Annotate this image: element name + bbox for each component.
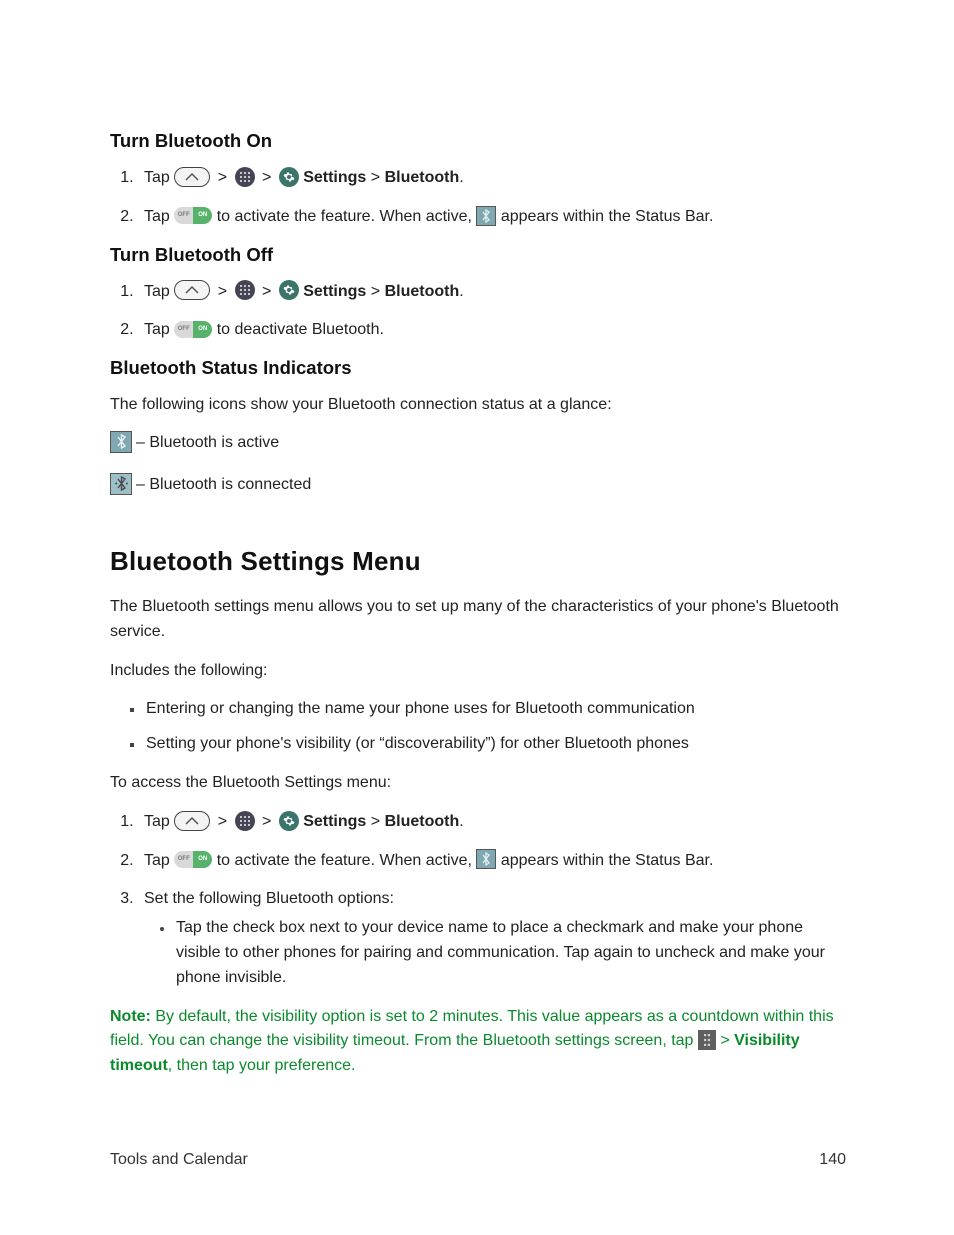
separator: > [371, 813, 380, 830]
steps-access-menu: Tap > > Settings > Bluetooth. Tap OFFON … [110, 810, 846, 991]
text: Tap [144, 208, 174, 225]
separator: > [215, 810, 230, 835]
bluetooth-label: Bluetooth [385, 169, 460, 186]
heading-turn-bluetooth-on: Turn Bluetooth On [110, 130, 846, 152]
text: > [716, 1032, 734, 1049]
gear-icon [279, 280, 299, 300]
gear-icon [279, 811, 299, 831]
heading-turn-bluetooth-off: Turn Bluetooth Off [110, 244, 846, 266]
footer-section-title: Tools and Calendar [110, 1151, 248, 1169]
heading-status-indicators: Bluetooth Status Indicators [110, 357, 846, 379]
footer-page-number: 140 [819, 1151, 846, 1169]
separator: > [215, 166, 230, 191]
home-button-icon [174, 811, 210, 831]
steps-turn-off: Tap > > Settings > Bluetooth. Tap OFFON … [110, 280, 846, 344]
bluetooth-label: Bluetooth [385, 283, 460, 300]
toggle-off-on-icon: OFFON [174, 851, 212, 868]
text: Set the following Bluetooth options: [144, 890, 394, 907]
settings-label: Settings [303, 283, 371, 300]
text: . [459, 283, 463, 300]
note-block: Note: By default, the visibility option … [110, 1005, 846, 1079]
separator: > [371, 169, 380, 186]
separator: > [259, 280, 274, 305]
separator: > [215, 280, 230, 305]
list-item: Tap the check box next to your device na… [174, 916, 846, 990]
settings-label: Settings [303, 813, 371, 830]
menu-intro-text: The Bluetooth settings menu allows you t… [110, 595, 846, 645]
heading-bluetooth-settings-menu: Bluetooth Settings Menu [110, 546, 846, 577]
text: , then tap your preference. [168, 1057, 356, 1074]
step-off-1: Tap > > Settings > Bluetooth. [138, 280, 846, 305]
includes-list: Entering or changing the name your phone… [110, 697, 846, 757]
text: to activate the feature. When active, [217, 208, 477, 225]
status-intro-text: The following icons show your Bluetooth … [110, 393, 846, 418]
separator: > [371, 283, 380, 300]
toggle-off-on-icon: OFFON [174, 207, 212, 224]
text: Tap [144, 321, 174, 338]
apps-grid-icon [235, 811, 255, 831]
text: Tap [144, 169, 174, 186]
bluetooth-label: Bluetooth [385, 813, 460, 830]
text: appears within the Status Bar. [501, 852, 714, 869]
bluetooth-active-icon [110, 431, 132, 453]
bluetooth-connected-icon [110, 473, 132, 495]
list-item: Setting your phone's visibility (or “dis… [144, 732, 846, 757]
status-active-line: – Bluetooth is active [110, 432, 846, 454]
settings-label: Settings [303, 169, 371, 186]
bluetooth-statusbar-icon [476, 206, 496, 226]
step-off-2: Tap OFFON to deactivate Bluetooth. [138, 318, 846, 343]
bluetooth-statusbar-icon [476, 849, 496, 869]
apps-grid-icon [235, 167, 255, 187]
status-connected-line: – Bluetooth is connected [110, 474, 846, 496]
list-item: Entering or changing the name your phone… [144, 697, 846, 722]
text: Tap [144, 283, 174, 300]
text: appears within the Status Bar. [501, 208, 714, 225]
text: . [459, 169, 463, 186]
separator: > [259, 166, 274, 191]
separator: > [259, 810, 274, 835]
step-access-2: Tap OFFON to activate the feature. When … [138, 849, 846, 874]
apps-grid-icon [235, 280, 255, 300]
text: – Bluetooth is connected [136, 476, 311, 494]
step-on-2: Tap OFFON to activate the feature. When … [138, 205, 846, 230]
home-button-icon [174, 280, 210, 300]
text: . [459, 813, 463, 830]
toggle-off-on-icon: OFFON [174, 321, 212, 338]
step-access-3: Set the following Bluetooth options: Tap… [138, 887, 846, 990]
text: Tap [144, 852, 174, 869]
step-access-1: Tap > > Settings > Bluetooth. [138, 810, 846, 835]
steps-turn-on: Tap > > Settings > Bluetooth. Tap OFFON … [110, 166, 846, 230]
access-label: To access the Bluetooth Settings menu: [110, 771, 846, 796]
home-button-icon [174, 167, 210, 187]
overflow-menu-icon [698, 1030, 716, 1050]
step3-sublist: Tap the check box next to your device na… [144, 916, 846, 990]
text: Tap [144, 813, 174, 830]
page-footer: Tools and Calendar 140 [110, 1151, 846, 1169]
text: to deactivate Bluetooth. [217, 321, 384, 338]
text: to activate the feature. When active, [217, 852, 477, 869]
includes-label: Includes the following: [110, 659, 846, 684]
gear-icon [279, 167, 299, 187]
step-on-1: Tap > > Settings > Bluetooth. [138, 166, 846, 191]
note-label: Note: [110, 1008, 151, 1025]
text: – Bluetooth is active [136, 434, 279, 452]
document-page: Turn Bluetooth On Tap > > Settings > Blu… [0, 0, 954, 1235]
